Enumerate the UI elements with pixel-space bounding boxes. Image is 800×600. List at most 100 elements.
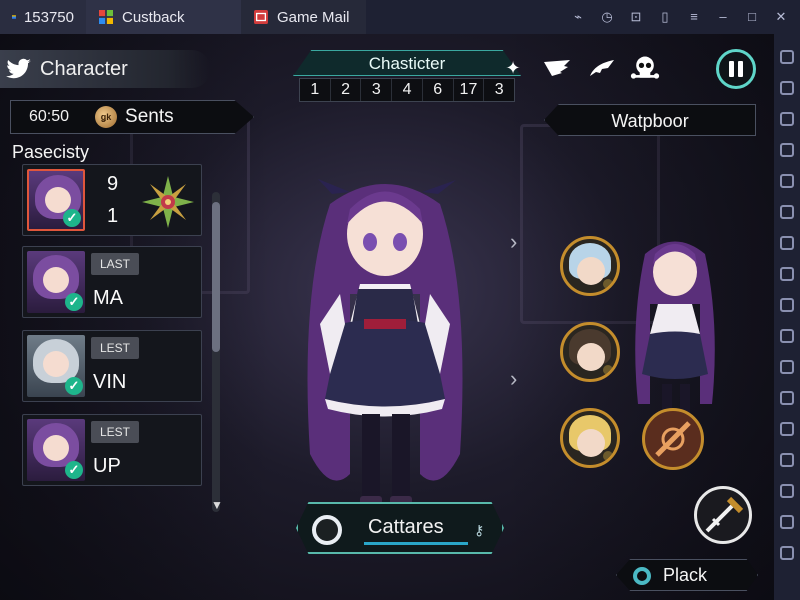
character-card-selected[interactable]: ✓ 9 1 <box>22 164 202 236</box>
pause-button[interactable] <box>716 49 756 89</box>
party-avatar-1[interactable] <box>560 236 620 296</box>
sword-attack-button[interactable] <box>694 486 752 544</box>
timer-value: 60:50 <box>29 108 70 125</box>
feather-icon[interactable] <box>586 53 616 83</box>
tab-app-label: 153750 <box>23 8 74 26</box>
scrollbar-thumb[interactable] <box>212 202 220 352</box>
sparkle-icon[interactable]: ✦ <box>498 53 528 83</box>
list-scrollbar[interactable] <box>212 192 220 512</box>
sidebar-tool-8-icon[interactable] <box>780 267 794 281</box>
center-title: Chasticter <box>293 50 521 76</box>
character-card[interactable]: ✓ LEST VIN <box>22 330 202 402</box>
tab-custback-label: Custback <box>122 8 185 26</box>
key-icon: ⚷ <box>474 522 485 538</box>
sidebar-tool-4-icon[interactable] <box>780 143 794 157</box>
plack-label: Plack <box>663 565 708 585</box>
sidebar-tool-6-icon[interactable] <box>780 205 794 219</box>
skill-emblem-icon[interactable] <box>642 408 704 470</box>
status-badge: LΕST <box>91 421 139 443</box>
sidebar-tool-14-icon[interactable] <box>780 453 794 467</box>
sidebar-tool-10-icon[interactable] <box>780 329 794 343</box>
sidebar-tool-5-icon[interactable] <box>780 174 794 188</box>
menu-icon[interactable]: ≡ <box>687 10 701 24</box>
sidebar-tool-17-icon[interactable] <box>780 546 794 560</box>
battery-icon[interactable]: ▯ <box>658 10 672 24</box>
character-header-button[interactable]: Character <box>0 50 210 88</box>
check-icon: ✓ <box>65 461 83 479</box>
sidebar-tool-7-icon[interactable] <box>780 236 794 250</box>
timer-bar: 60:50 ǥk Sents <box>10 100 254 134</box>
close-icon[interactable]: ✕ <box>774 10 788 24</box>
character-portrait: ✓ <box>27 251 85 313</box>
center-number-row: 1 2 3 4 6 17 3 <box>299 78 515 102</box>
sidebar-tool-1-icon[interactable] <box>780 50 794 64</box>
status-badge: LEST <box>91 337 139 359</box>
tab-custback[interactable]: Custback <box>86 0 241 34</box>
sidebar-tool-16-icon[interactable] <box>780 515 794 529</box>
chevron-right-icon[interactable]: › <box>510 366 517 392</box>
cattares-label: Cattares <box>368 516 444 538</box>
character-name: VIN <box>93 371 127 393</box>
check-icon: ✓ <box>63 209 81 227</box>
sidebar-tool-3-icon[interactable] <box>780 112 794 126</box>
emulator-sidebar <box>774 34 800 600</box>
scroll-down-arrow-icon[interactable]: ▼ <box>211 498 223 512</box>
number-cell[interactable]: 6 <box>423 79 454 101</box>
status-badge: LAST <box>91 253 139 275</box>
chevron-right-icon[interactable]: › <box>510 229 517 255</box>
character-name: MA <box>93 287 123 309</box>
right-panel-title: Watpboor <box>544 104 756 136</box>
gamepad-icon[interactable]: ⊡ <box>629 10 643 24</box>
character-card[interactable]: ✓ LAST MA <box>22 246 202 318</box>
sidebar-tool-12-icon[interactable] <box>780 391 794 405</box>
mail-icon <box>254 10 268 24</box>
sidebar-tool-13-icon[interactable] <box>780 422 794 436</box>
character-card[interactable]: ✓ LΕST UP <box>22 414 202 486</box>
number-cell[interactable]: 1 <box>300 79 331 101</box>
character-name: UP <box>93 455 121 477</box>
wing-icon[interactable] <box>542 53 572 83</box>
window-tools: ⌁ ◷ ⊡ ▯ ≡ – □ ✕ <box>571 0 800 34</box>
game-viewport: Character Chasticter 1 2 3 4 6 17 3 ✦ 60… <box>0 34 774 600</box>
minimize-icon[interactable]: – <box>716 10 730 24</box>
number-cell[interactable]: 3 <box>361 79 393 101</box>
list-title: Pasecisty <box>12 142 90 162</box>
pause-icon <box>729 61 734 77</box>
plack-button[interactable]: Plack <box>616 559 758 591</box>
card-bottom-value: 1 <box>107 205 119 227</box>
number-cell[interactable]: 2 <box>331 79 362 101</box>
character-portrait: ✓ <box>27 419 85 481</box>
number-cell[interactable]: 4 <box>392 79 423 101</box>
tab-game-mail[interactable]: Game Mail <box>241 0 366 34</box>
party-avatar-3[interactable] <box>560 408 620 468</box>
skull-icon[interactable] <box>630 53 660 83</box>
character-portrait: ✓ <box>27 335 85 397</box>
cattares-button[interactable]: Cattares ⚷ <box>296 502 504 554</box>
bird-icon <box>6 58 31 79</box>
app-icon <box>12 15 16 19</box>
main-character-sprite <box>307 179 463 508</box>
top-icon-row: ✦ <box>498 50 660 86</box>
progress-underline <box>364 542 468 545</box>
party-avatar-2[interactable] <box>560 322 620 382</box>
maximize-icon[interactable]: □ <box>745 10 759 24</box>
tab-app[interactable]: 153750 <box>0 0 86 34</box>
character-portrait: ✓ <box>27 169 85 231</box>
sidebar-tool-2-icon[interactable] <box>780 81 794 95</box>
tab-game-mail-label: Game Mail <box>277 8 350 26</box>
brush-icon[interactable]: ⌁ <box>571 10 585 24</box>
sidebar-tool-9-icon[interactable] <box>780 298 794 312</box>
card-top-value: 9 <box>107 173 119 195</box>
ring-icon <box>633 567 651 585</box>
sents-label: Sents <box>125 106 174 127</box>
coin-icon: ǥk <box>95 106 118 128</box>
center-title-panel: Chasticter 1 2 3 4 6 17 3 <box>293 50 521 102</box>
clock-icon[interactable]: ◷ <box>600 10 614 24</box>
sidebar-tool-15-icon[interactable] <box>780 484 794 498</box>
sword-icon <box>705 496 744 533</box>
check-icon: ✓ <box>65 293 83 311</box>
number-cell[interactable]: 17 <box>454 79 485 101</box>
sidebar-tool-11-icon[interactable] <box>780 360 794 374</box>
character-header-label: Character <box>40 57 128 80</box>
flower-emblem-icon <box>142 176 194 228</box>
